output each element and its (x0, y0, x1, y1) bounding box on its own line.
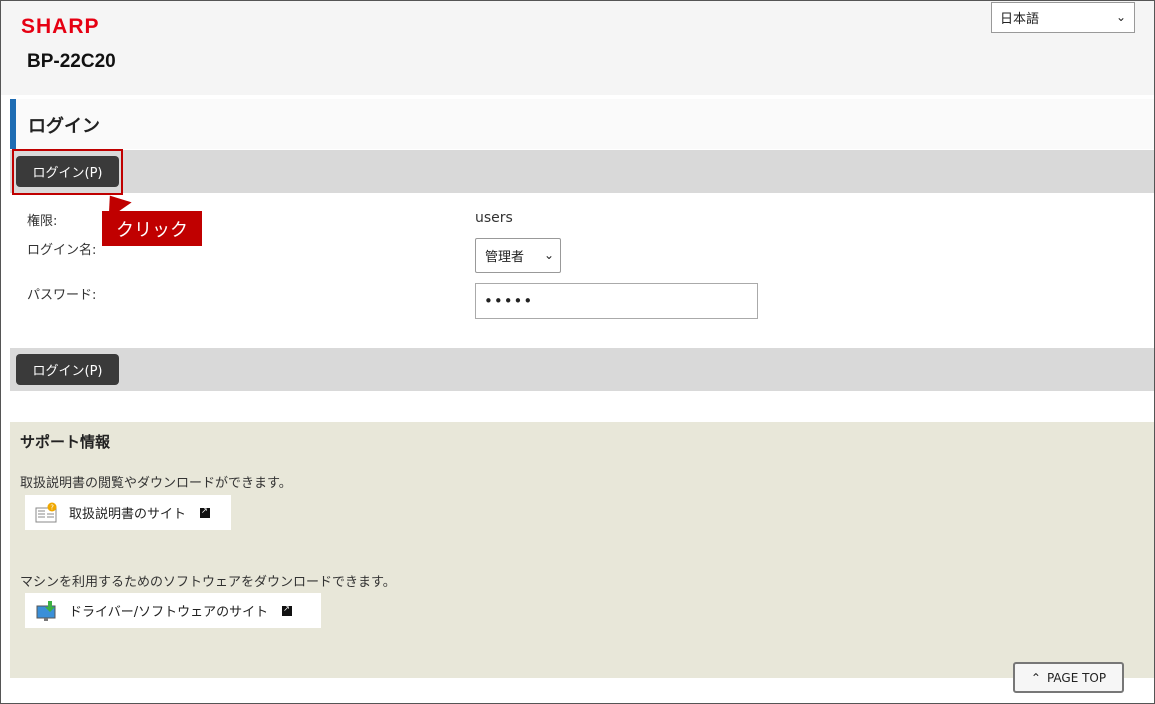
manual-description: 取扱説明書の閲覧やダウンロードができます。 (20, 476, 292, 491)
login-name-value: 管理者 (485, 250, 525, 265)
manual-icon: ? (35, 502, 57, 522)
page-top-button[interactable]: ⌃ PAGE TOP (1013, 662, 1124, 693)
page-title: ログイン (28, 116, 100, 137)
chevron-down-icon: ⌄ (543, 248, 554, 262)
support-section: サポート情報 取扱説明書の閲覧やダウンロードができます。 ? 取扱説明書のサイト… (10, 422, 1154, 678)
login-name-label: ログイン名: (27, 243, 97, 258)
software-description: マシンを利用するためのソフトウェアをダウンロードできます。 (20, 575, 396, 590)
top-button-bar: ログイン(P) (10, 150, 1154, 193)
login-name-select[interactable]: 管理者 ⌄ (475, 238, 561, 273)
click-callout: クリック (102, 211, 202, 246)
highlight-box (12, 149, 123, 195)
manual-site-label: 取扱説明書のサイト (69, 507, 187, 522)
password-label: パスワード: (27, 288, 97, 303)
software-site-link[interactable]: ドライバー/ソフトウェアのサイト (25, 593, 321, 628)
authority-label: 権限: (27, 214, 58, 229)
header: SHARP BP-22C20 日本語 ⌄ (1, 1, 1154, 95)
chevron-up-icon: ⌃ (1030, 670, 1041, 685)
language-select[interactable]: 日本語 ⌄ (991, 2, 1135, 33)
download-monitor-icon (36, 600, 56, 621)
password-value: ••••• (484, 292, 534, 310)
software-site-label: ドライバー/ソフトウェアのサイト (69, 605, 269, 620)
external-link-icon (282, 604, 293, 616)
language-value: 日本語 (1000, 12, 1040, 27)
authority-value: users (475, 210, 513, 226)
svg-text:?: ? (50, 503, 54, 511)
model-name: BP-22C20 (27, 51, 116, 72)
support-title: サポート情報 (20, 433, 111, 451)
manual-site-link[interactable]: ? 取扱説明書のサイト (25, 495, 231, 530)
password-field[interactable]: ••••• (475, 283, 758, 319)
bottom-button-bar: ログイン(P) (10, 348, 1154, 391)
chevron-down-icon: ⌄ (1115, 10, 1126, 24)
page-title-bar: ログイン (10, 99, 1154, 149)
login-button-bottom[interactable]: ログイン(P) (16, 354, 119, 385)
page-top-label: PAGE TOP (1046, 670, 1107, 685)
external-link-icon (200, 506, 211, 518)
brand-logo: SHARP (21, 15, 100, 38)
